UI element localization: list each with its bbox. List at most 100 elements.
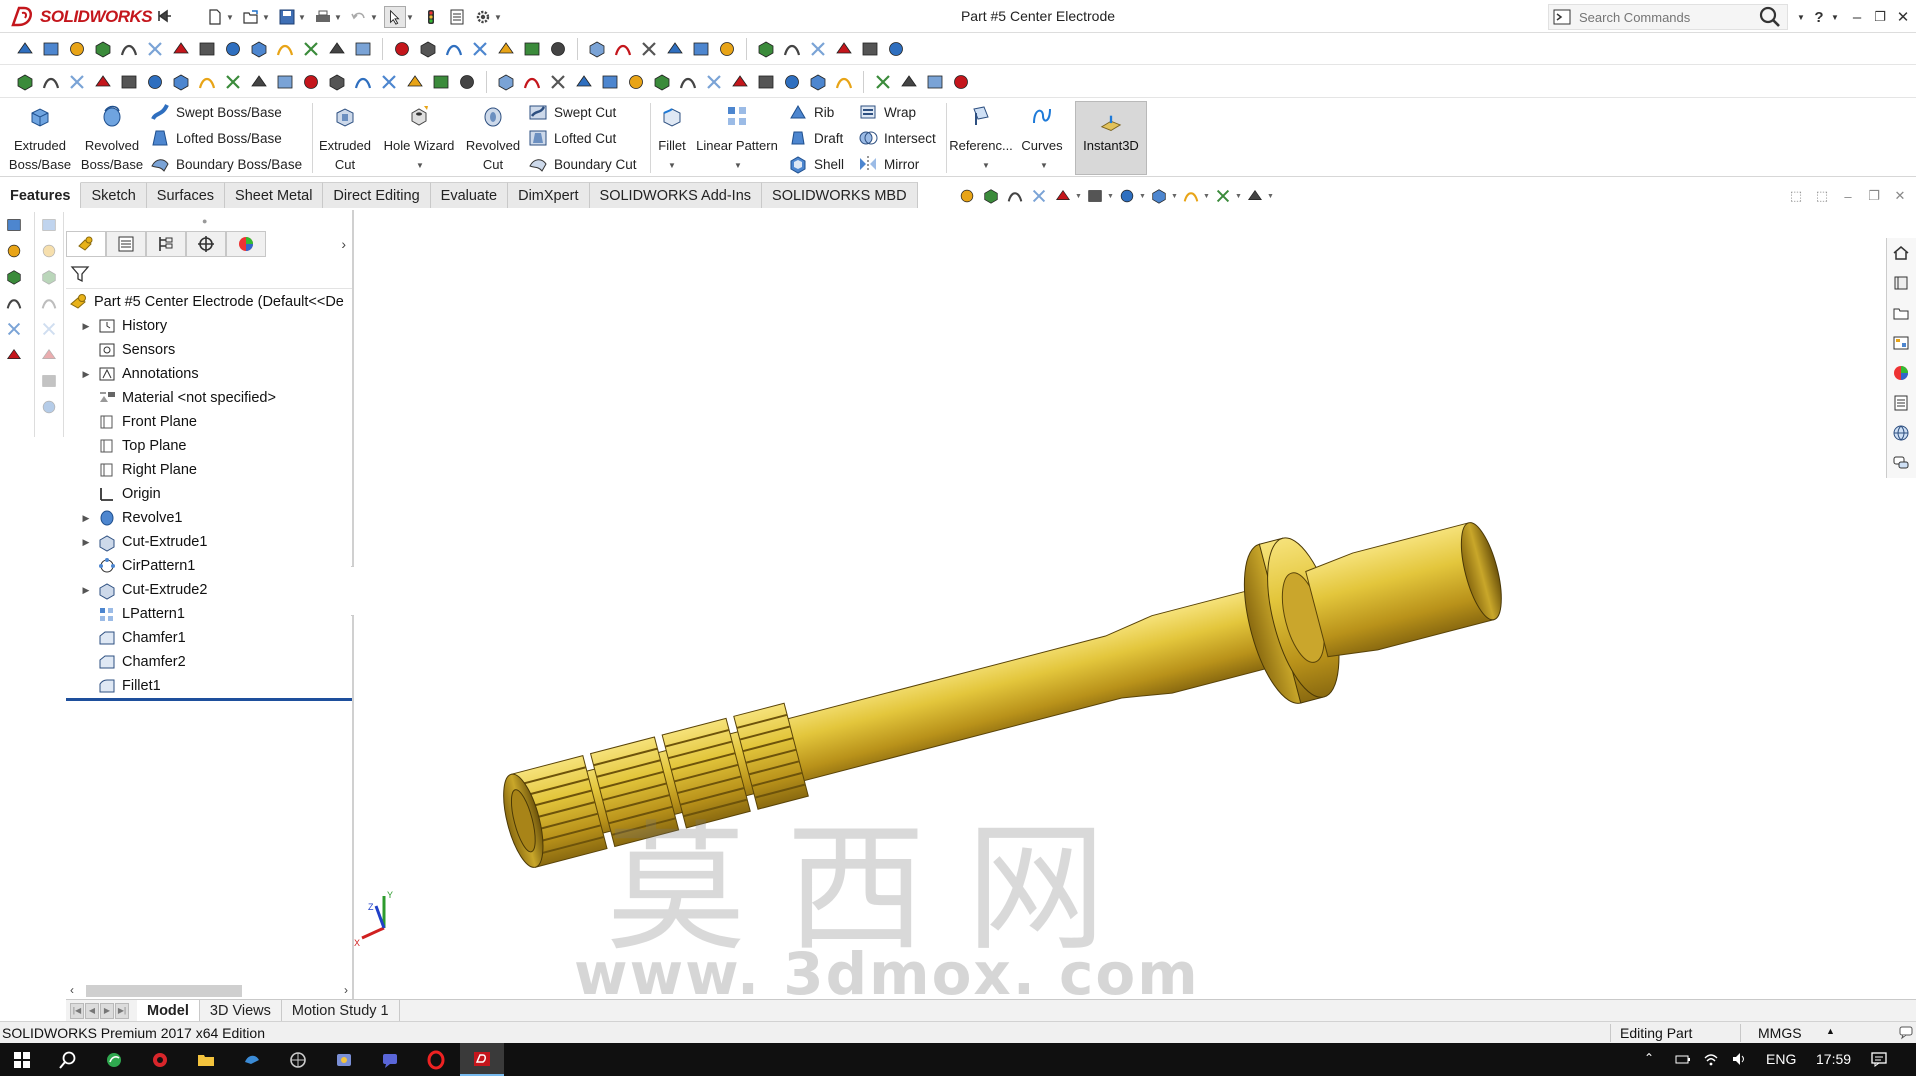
boundary-boss-button[interactable]: Boundary Boss/Base (150, 152, 302, 176)
tree-item-sensors[interactable]: Sensors (66, 338, 352, 362)
print-dropdown[interactable]: ▼ (334, 6, 342, 28)
toolbar1-tool-24[interactable] (636, 36, 662, 62)
lofted-cut-button[interactable]: Lofted Cut (528, 126, 616, 150)
toolbar2-tool-24[interactable] (623, 69, 649, 95)
toolbar2-tool-14[interactable] (350, 69, 376, 95)
units-up-arrow-icon[interactable]: ▲ (1826, 1026, 1835, 1036)
action-center-icon[interactable] (1870, 1050, 1888, 1068)
toolbar1-tool-5[interactable] (116, 36, 142, 62)
apply-scene-button[interactable] (1211, 184, 1235, 208)
taskbar-app-1[interactable] (92, 1043, 136, 1076)
toolbar1-tool-25[interactable] (662, 36, 688, 62)
toolbar1-tool-13[interactable] (324, 36, 350, 62)
next-tab-button[interactable]: ▶ (100, 1002, 114, 1019)
pin-icon[interactable] (157, 8, 173, 24)
tree-item-history[interactable]: ▶ History (66, 314, 352, 338)
toolbar2-tool-21[interactable] (545, 69, 571, 95)
toolbar2-tool-7[interactable] (168, 69, 194, 95)
toolbar2-tool-34[interactable] (896, 69, 922, 95)
toolbar2-tool-25[interactable] (649, 69, 675, 95)
tree-horizontal-scrollbar[interactable]: ‹ › (66, 982, 352, 1000)
curves-button[interactable]: Curves (1014, 103, 1070, 155)
volume-icon[interactable] (1730, 1050, 1748, 1068)
toolbar1-tool-12[interactable] (298, 36, 324, 62)
toolbar1-tool-16[interactable] (415, 36, 441, 62)
swept-boss-button[interactable]: Swept Boss/Base (150, 100, 282, 124)
lofted-boss-button[interactable]: Lofted Boss/Base (150, 126, 282, 150)
toolbar1-tool-28[interactable] (753, 36, 779, 62)
toolbar2-tool-15[interactable] (376, 69, 402, 95)
toolbar1-tool-8[interactable] (194, 36, 220, 62)
save-button[interactable] (276, 6, 298, 28)
toolbar2-tool-30[interactable] (779, 69, 805, 95)
taskbar-app-5[interactable] (368, 1043, 412, 1076)
toolbar1-tool-6[interactable] (142, 36, 168, 62)
expand-arrow-icon[interactable]: ▶ (76, 369, 96, 380)
search-icon[interactable] (1757, 4, 1783, 30)
tab-evaluate[interactable]: Evaluate (430, 182, 509, 208)
mirror-button[interactable]: Mirror (858, 152, 919, 176)
tree-item-front-plane[interactable]: Front Plane (66, 410, 352, 434)
revolved-boss-button[interactable]: Revolved Boss/Base (76, 103, 148, 174)
linear-pattern-dropdown[interactable]: ▼ (734, 161, 742, 170)
bottom-tab-motion-study-1[interactable]: Motion Study 1 (282, 999, 400, 1022)
task-pane-forum[interactable] (1887, 448, 1915, 478)
toolbar2-tool-3[interactable] (64, 69, 90, 95)
scroll-thumb[interactable] (86, 985, 242, 997)
toolbar1-tool-3[interactable] (64, 36, 90, 62)
view-orientation-button[interactable] (1083, 184, 1107, 208)
wrap-button[interactable]: Wrap (858, 100, 916, 124)
toolbar2-tool-35[interactable] (922, 69, 948, 95)
toolbar2-tool-23[interactable] (597, 69, 623, 95)
toolbar2-tool-36[interactable] (948, 69, 974, 95)
options-dropdown[interactable]: ▼ (494, 6, 502, 28)
toolbar1-tool-10[interactable] (246, 36, 272, 62)
toolbar2-tool-17[interactable] (428, 69, 454, 95)
taskbar-solidworks[interactable] (460, 1043, 504, 1076)
taskbar-search-button[interactable] (46, 1043, 90, 1076)
filter-icon[interactable] (70, 264, 90, 284)
tree-item-top-plane[interactable]: Top Plane (66, 434, 352, 458)
display-style-dropdown[interactable]: ▼ (1139, 193, 1147, 200)
options-button[interactable] (472, 6, 494, 28)
toolbar1-tool-19[interactable] (493, 36, 519, 62)
tab-sheet-metal[interactable]: Sheet Metal (225, 182, 324, 208)
hole-wizard-button[interactable]: Hole Wizard (378, 103, 460, 155)
toolbar2-tool-12[interactable] (298, 69, 324, 95)
sketch-strip-tool-4[interactable] (0, 290, 28, 316)
task-pane-resources[interactable] (1887, 418, 1915, 448)
sketch-strip-tool-2[interactable] (0, 238, 28, 264)
select-dropdown[interactable]: ▼ (406, 6, 414, 28)
secondary-strip-tool-2[interactable] (35, 238, 63, 264)
restore-button[interactable]: ❐ (1869, 6, 1891, 28)
toolbar2-tool-11[interactable] (272, 69, 298, 95)
task-pane-appearances[interactable] (1887, 358, 1915, 388)
taskbar-steam[interactable] (230, 1043, 274, 1076)
toolbar2-tool-5[interactable] (116, 69, 142, 95)
toolbar2-tool-16[interactable] (402, 69, 428, 95)
extruded-cut-button[interactable]: Extruded Cut (312, 103, 378, 174)
sketch-strip-tool-6[interactable] (0, 342, 28, 368)
toolbar2-tool-32[interactable] (831, 69, 857, 95)
toolbar1-tool-4[interactable] (90, 36, 116, 62)
toolbar1-tool-7[interactable] (168, 36, 194, 62)
unit-system-selector[interactable]: MMGS (1758, 1025, 1802, 1041)
toolbar1-tool-17[interactable] (441, 36, 467, 62)
toolbar1-tool-32[interactable] (857, 36, 883, 62)
toolbar1-tool-26[interactable] (688, 36, 714, 62)
toolbar2-tool-6[interactable] (142, 69, 168, 95)
new-document-button[interactable] (204, 6, 226, 28)
status-bubble-icon[interactable] (1898, 1024, 1914, 1040)
sketch-strip-tool-5[interactable] (0, 316, 28, 342)
dimxpertmanager-tab[interactable] (186, 231, 226, 257)
task-pane-design-library[interactable] (1887, 268, 1915, 298)
tree-item-cut-extrude2[interactable]: ▶ Cut-Extrude2 (66, 578, 352, 602)
toolbar2-tool-31[interactable] (805, 69, 831, 95)
configurationmanager-tab[interactable] (146, 231, 186, 257)
first-tab-button[interactable]: |◀ (70, 1002, 84, 1019)
tree-item-fillet1[interactable]: Fillet1 (66, 674, 352, 698)
toolbar1-tool-23[interactable] (610, 36, 636, 62)
bottom-tab-3d-views[interactable]: 3D Views (200, 999, 282, 1022)
rib-button[interactable]: Rib (788, 100, 834, 124)
toolbar2-tool-29[interactable] (753, 69, 779, 95)
